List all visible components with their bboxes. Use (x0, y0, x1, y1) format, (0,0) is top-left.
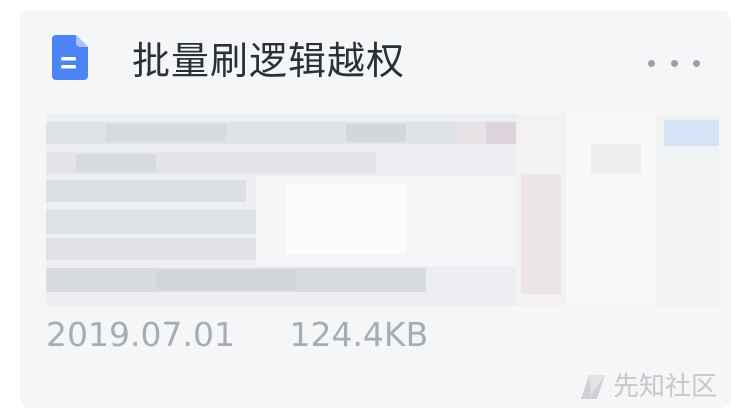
watermark: 先知社区 (579, 370, 717, 404)
file-title[interactable]: 批量刷逻辑越权 (132, 37, 405, 85)
file-preview-thumbnail[interactable] (46, 114, 719, 306)
file-date: 2019.07.01 (46, 315, 235, 354)
file-card[interactable]: 批量刷逻辑越权 2019.07.01 124.4KB 先知社区 (20, 10, 731, 408)
dot-icon (670, 59, 678, 67)
file-meta: 2019.07.01 124.4KB (46, 312, 428, 358)
watermark-text: 先知社区 (612, 372, 717, 402)
document-icon (52, 35, 88, 80)
dot-icon (693, 59, 700, 67)
file-size: 124.4KB (289, 315, 429, 354)
more-options-icon[interactable] (648, 48, 700, 78)
dot-icon (648, 59, 655, 67)
xianzhi-logo-icon (580, 375, 605, 399)
